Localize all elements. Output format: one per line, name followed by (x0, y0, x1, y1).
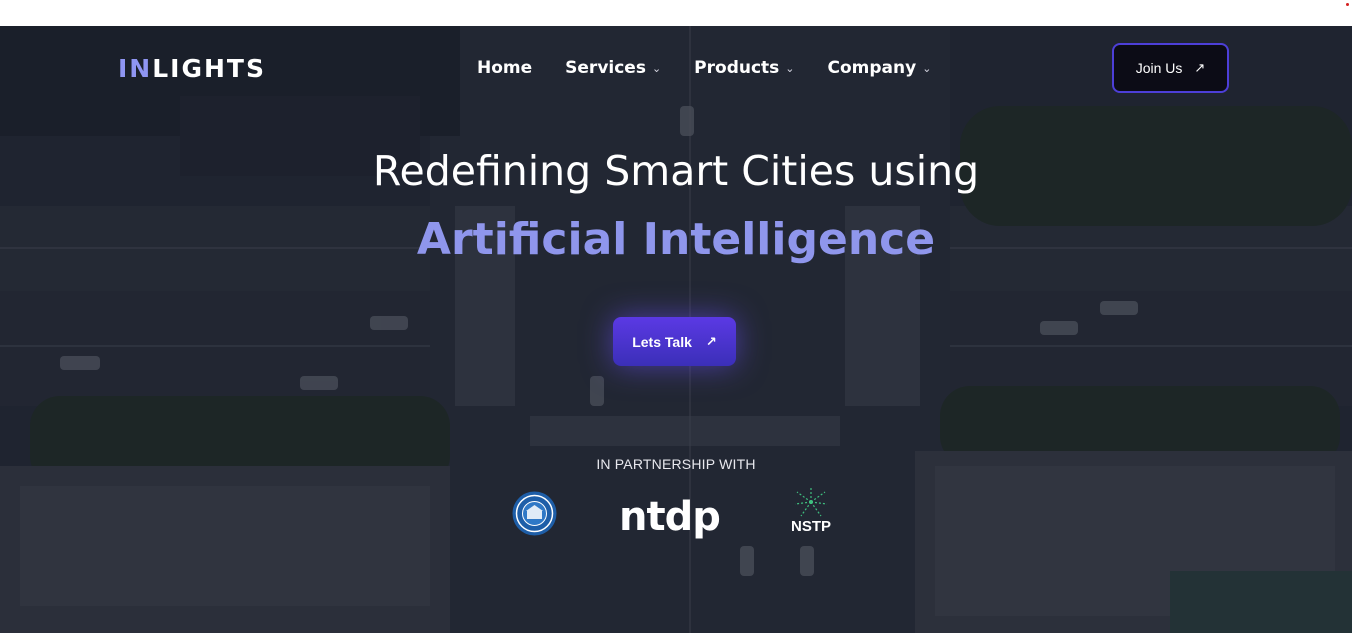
browser-top-strip (0, 0, 1352, 26)
logo-main-text: LIGHTS (152, 54, 266, 83)
nstp-logo[interactable]: NSTP (787, 484, 835, 538)
join-us-label: Join Us (1135, 60, 1183, 76)
inlights-logo[interactable]: INLIGHTS (118, 54, 266, 83)
nav-label-home: Home (477, 58, 533, 78)
nstp-burst-icon (794, 486, 828, 517)
ntdp-logo[interactable]: ntdp (619, 494, 721, 540)
nav-label-services: Services (565, 58, 646, 78)
notification-dot (1346, 3, 1349, 6)
lets-talk-button[interactable]: Lets Talk ↗ (613, 317, 736, 366)
university-seal-logo[interactable] (512, 491, 557, 536)
logo-accent-text: IN (118, 54, 153, 83)
lets-talk-label: Lets Talk (632, 333, 692, 350)
nav-item-company[interactable]: Company ⌄ (828, 58, 932, 78)
arrow-up-right-icon: ↗ (705, 333, 717, 349)
chevron-down-icon: ⌄ (785, 61, 795, 75)
nav-item-services[interactable]: Services ⌄ (565, 58, 661, 78)
nav-item-products[interactable]: Products ⌄ (694, 58, 794, 78)
hero-headline: Redefining Smart Cities using (372, 147, 980, 195)
nav-label-products: Products (694, 58, 780, 78)
join-us-button[interactable]: Join Us ↗ (1112, 43, 1229, 93)
hero-subheadline: Artificial Intelligence (416, 214, 936, 265)
partnership-label: IN PARTNERSHIP WITH (596, 456, 756, 472)
top-navigation: INLIGHTS Home Services ⌄ Products ⌄ Comp… (0, 26, 1352, 110)
nav-item-home[interactable]: Home (477, 58, 532, 78)
chevron-down-icon: ⌄ (651, 61, 662, 75)
main-menu: Home Services ⌄ Products ⌄ Company ⌄ (477, 58, 931, 78)
nav-label-company: Company (827, 58, 917, 78)
arrow-up-right-icon: ↗ (1194, 60, 1206, 75)
nstp-logo-text: NSTP (790, 518, 831, 535)
chevron-down-icon: ⌄ (922, 61, 932, 75)
